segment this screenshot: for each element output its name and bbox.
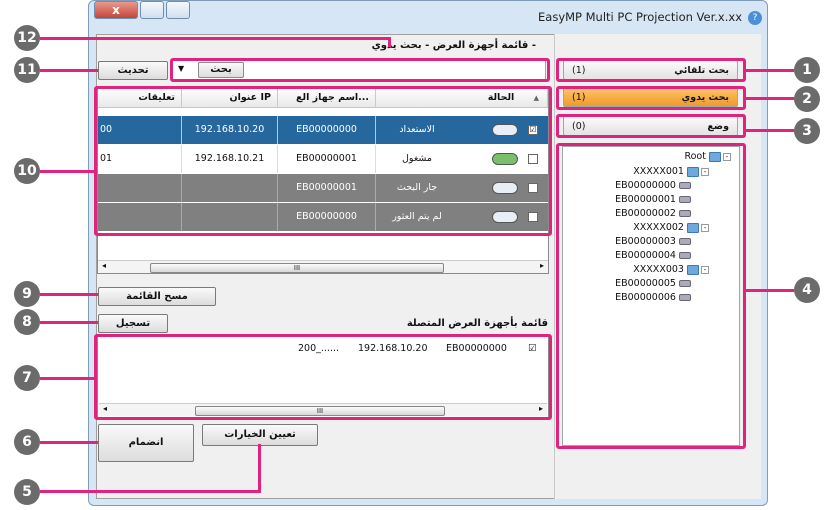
- projector-list-title: قائمة أجهزة العرض - بحث يدوي -: [371, 40, 536, 51]
- callout-line: [40, 293, 98, 296]
- callout-line: [40, 69, 98, 72]
- callout-highlight: [170, 58, 550, 82]
- scrollbar-thumb[interactable]: III: [150, 263, 444, 273]
- callout-number: 6: [14, 429, 40, 455]
- set-options-button[interactable]: تعيين الخيارات: [202, 424, 318, 446]
- callout-number: 12: [14, 25, 40, 51]
- callout-number: 11: [14, 57, 40, 83]
- callout-line: [40, 170, 94, 173]
- callout-line: [40, 490, 261, 493]
- scroll-right-icon[interactable]: ▸: [540, 261, 544, 270]
- callout-number: 5: [14, 479, 40, 505]
- callout-number: 7: [14, 365, 40, 391]
- callout-highlight: [556, 114, 746, 138]
- callout-line: [746, 69, 794, 72]
- callout-line: [258, 444, 261, 492]
- callout-line: [40, 37, 390, 40]
- callout-number: 8: [14, 309, 40, 335]
- clear-list-button[interactable]: مسح القائمة: [98, 287, 216, 306]
- refresh-button[interactable]: تحديث: [98, 61, 168, 80]
- scroll-left-icon[interactable]: ◂: [102, 261, 106, 270]
- callout-highlight: [556, 143, 746, 449]
- callout-highlight: [94, 86, 552, 236]
- help-icon[interactable]: ?: [748, 11, 762, 25]
- callout-highlight: [556, 86, 746, 110]
- table-horizontal-scrollbar[interactable]: ◂ III ▸: [98, 260, 548, 273]
- callout-line: [746, 97, 794, 100]
- window-title: EasyMP Multi PC Projection Ver.x.xx: [538, 10, 742, 24]
- callout-number: 2: [794, 86, 820, 112]
- callout-number: 3: [794, 118, 820, 144]
- callout-line: [40, 441, 98, 444]
- callout-line: [746, 289, 794, 292]
- callout-highlight: [556, 58, 746, 82]
- callout-line: [40, 321, 98, 324]
- callout-number: 9: [14, 281, 40, 307]
- callout-number: 4: [794, 277, 820, 303]
- callout-number: 1: [794, 57, 820, 83]
- register-button[interactable]: تسجيل: [98, 314, 168, 333]
- callout-highlight: [94, 334, 552, 420]
- callout-line: [40, 377, 94, 380]
- callout-line: [746, 129, 794, 132]
- callout-number: 10: [14, 158, 40, 184]
- title-bar: EasyMP Multi PC Projection Ver.x.xx ?: [88, 0, 768, 34]
- callout-line: [388, 37, 391, 47]
- connected-list-title: قائمة بأجهزة العرض المتصلة: [406, 318, 548, 329]
- join-button[interactable]: انضمام: [98, 424, 194, 462]
